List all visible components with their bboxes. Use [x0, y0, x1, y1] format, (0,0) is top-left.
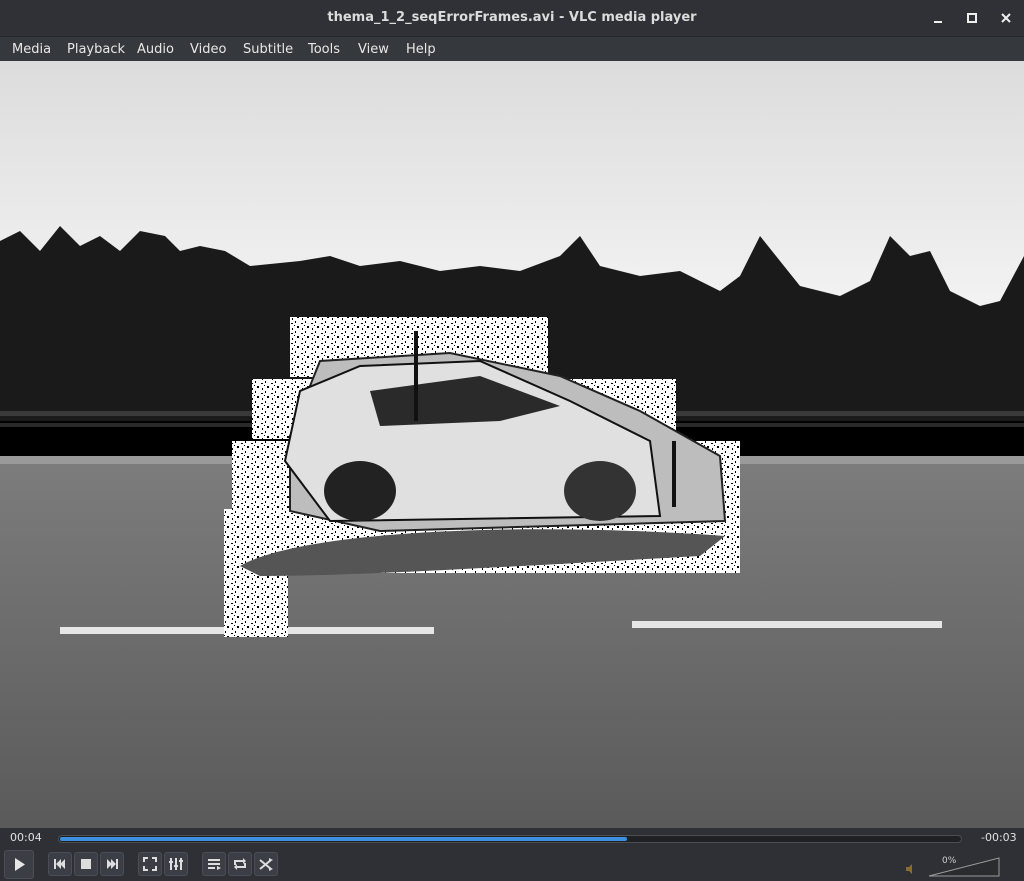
window-title: thema_1_2_seqErrorFrames.avi - VLC media…: [327, 10, 697, 25]
menu-subtitle[interactable]: Subtitle: [243, 37, 293, 62]
video-image: [0, 61, 1024, 828]
equalizer-icon: [169, 858, 183, 870]
stop-icon: [81, 859, 91, 869]
playlist-icon: [208, 859, 221, 870]
loop-button[interactable]: [228, 852, 252, 876]
next-button[interactable]: [100, 852, 124, 876]
play-icon: [15, 858, 25, 871]
menu-bar: Media Playback Audio Video Subtitle Tool…: [0, 36, 1024, 62]
seek-bar[interactable]: [58, 835, 962, 843]
fullscreen-icon: [143, 857, 157, 871]
maximize-icon: [967, 13, 977, 23]
playlist-button[interactable]: [202, 852, 226, 876]
next-icon: [107, 859, 118, 869]
play-button[interactable]: [4, 850, 34, 879]
previous-button[interactable]: [48, 852, 72, 876]
menu-video[interactable]: Video: [190, 37, 226, 62]
seek-row: 00:04 -00:03: [0, 828, 1024, 849]
speaker-icon[interactable]: [905, 863, 917, 875]
close-button[interactable]: [996, 8, 1016, 28]
video-frame[interactable]: [0, 61, 1024, 828]
volume-slider[interactable]: [927, 856, 1001, 878]
elapsed-time: 00:04: [10, 831, 42, 844]
menu-audio[interactable]: Audio: [137, 37, 174, 62]
remaining-time[interactable]: -00:03: [981, 831, 1017, 844]
menu-media[interactable]: Media: [12, 37, 51, 62]
stop-button[interactable]: [74, 852, 98, 876]
control-bar: 0%: [0, 849, 1024, 881]
seek-progress: [60, 837, 627, 841]
loop-icon: [234, 858, 246, 870]
shuffle-button[interactable]: [254, 852, 278, 876]
menu-tools[interactable]: Tools: [308, 37, 340, 62]
title-bar: thema_1_2_seqErrorFrames.avi - VLC media…: [0, 0, 1024, 36]
menu-playback[interactable]: Playback: [67, 37, 125, 62]
close-icon: [1001, 13, 1011, 23]
fullscreen-button[interactable]: [138, 852, 162, 876]
minimize-button[interactable]: [928, 8, 948, 28]
shuffle-icon: [259, 858, 273, 871]
extended-settings-button[interactable]: [164, 852, 188, 876]
menu-help[interactable]: Help: [406, 37, 436, 62]
previous-icon: [54, 859, 65, 869]
maximize-button[interactable]: [962, 8, 982, 28]
minimize-icon: [934, 21, 942, 23]
menu-view[interactable]: View: [358, 37, 389, 62]
